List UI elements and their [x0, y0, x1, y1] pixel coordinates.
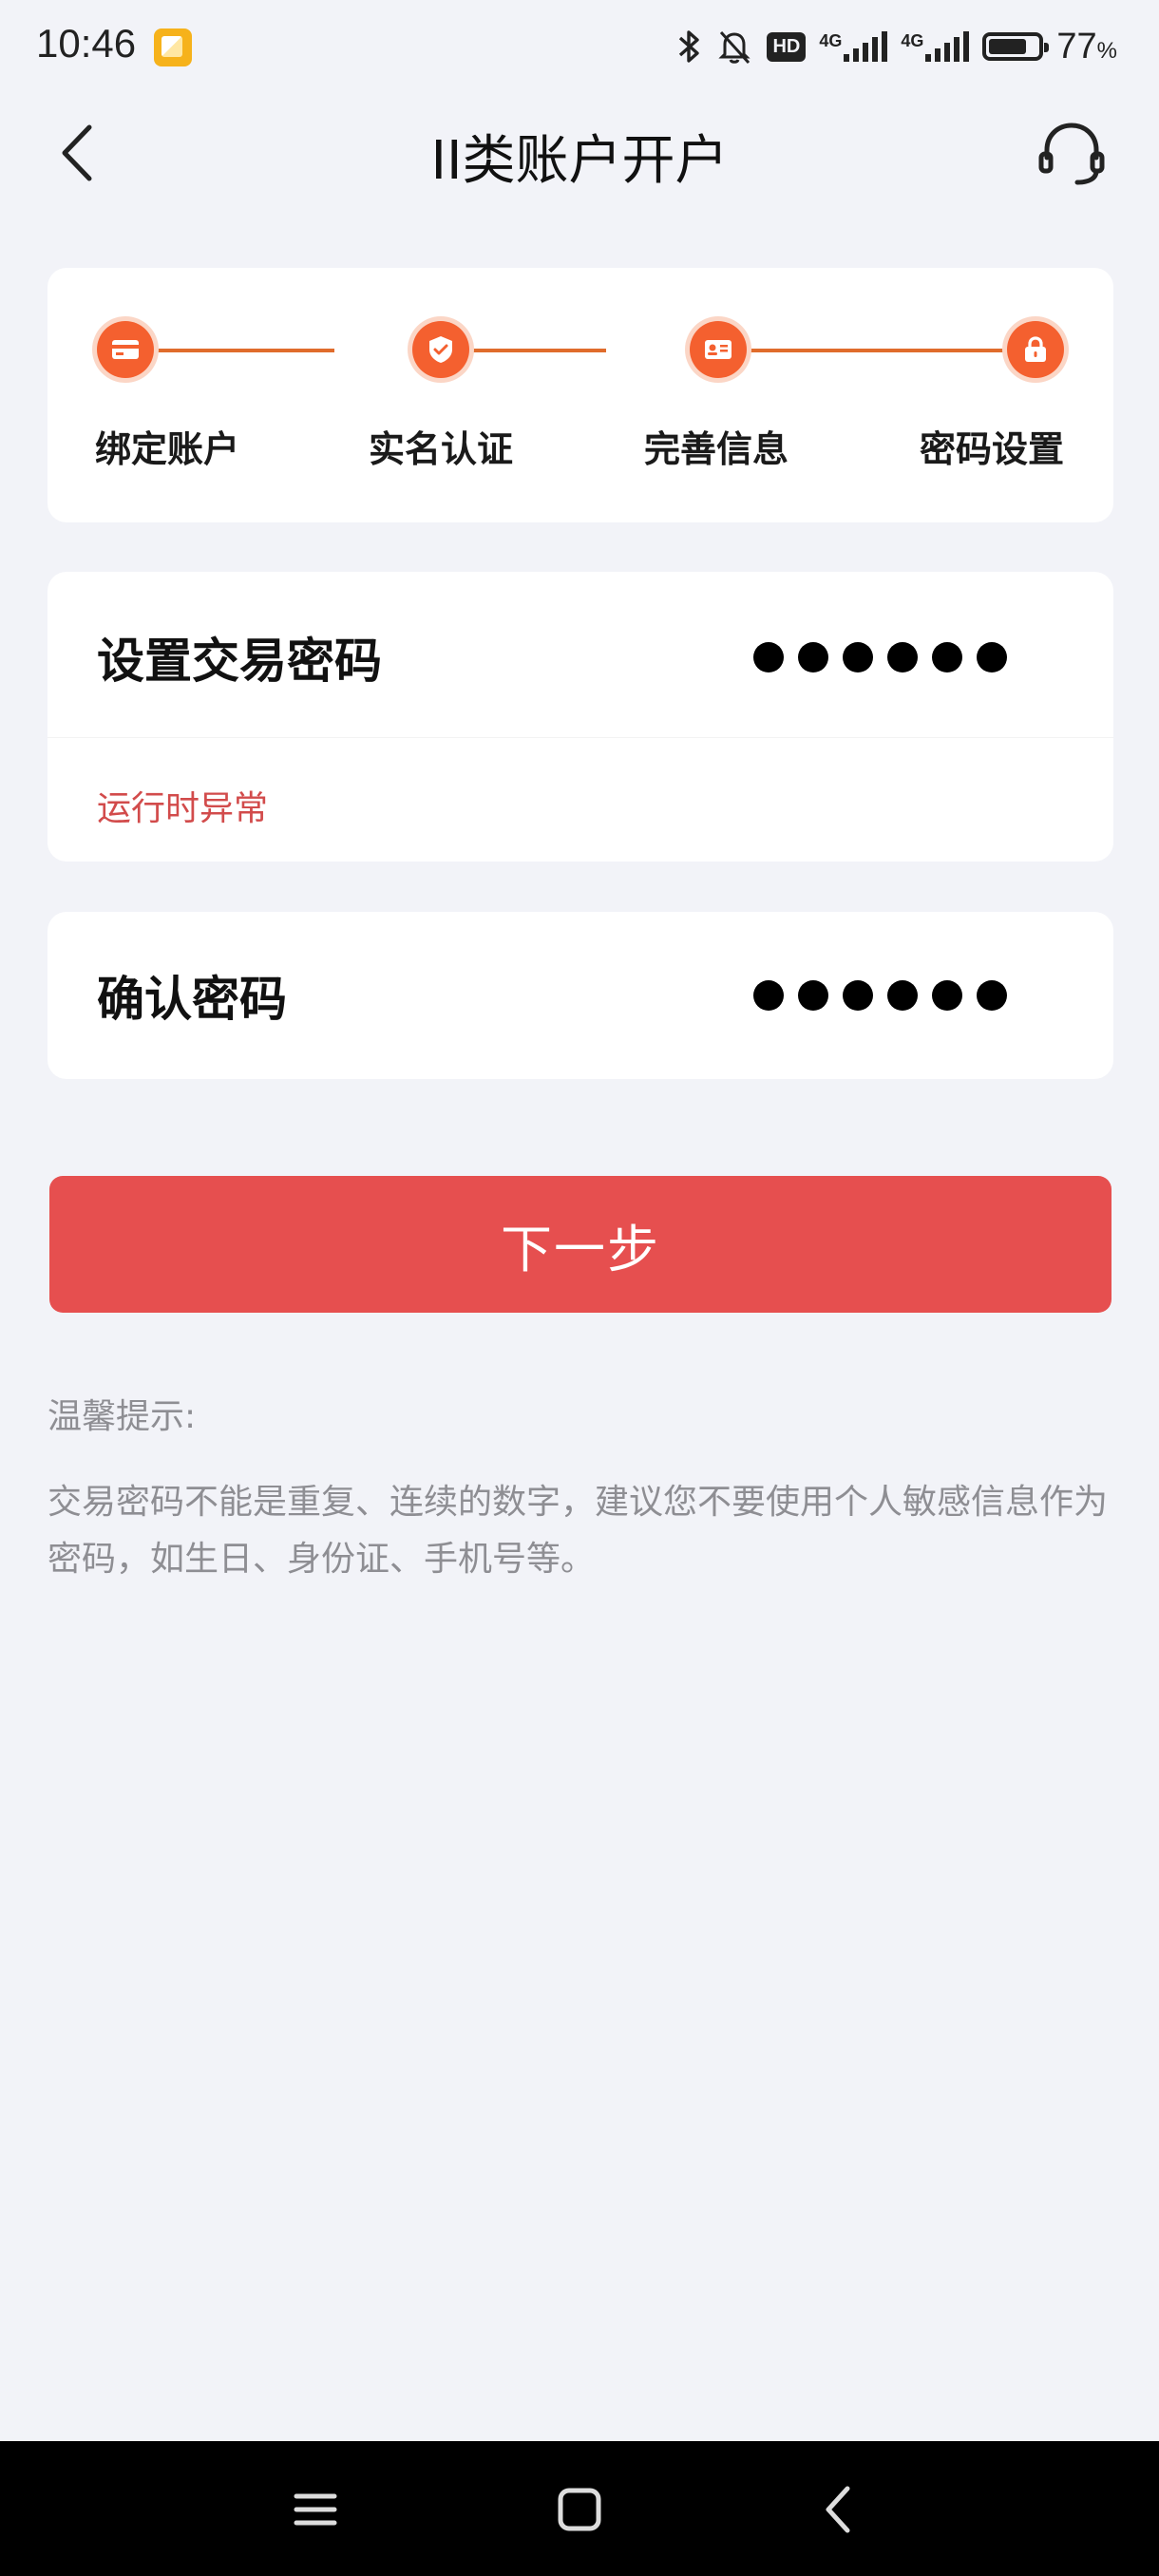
confirm-password-input[interactable]: [753, 980, 1007, 1011]
status-time: 10:46: [36, 21, 137, 66]
step-label-complete-info: 完善信息: [644, 428, 789, 470]
step-verify-shield-icon: [412, 321, 469, 378]
signal-bars-2-icon: [925, 31, 970, 62]
customer-service-headset-icon[interactable]: [1036, 120, 1108, 188]
password-error-message: 运行时异常: [97, 789, 269, 828]
password-dot: [932, 980, 962, 1011]
signal-bars-1-icon: [844, 31, 888, 62]
password-dot: [887, 980, 918, 1011]
menu-icon[interactable]: [281, 2475, 350, 2544]
signal-1: 4G: [819, 31, 888, 62]
battery-level: [989, 39, 1026, 54]
signal-2: 4G: [901, 31, 970, 62]
step-bind-account-icon: [97, 321, 154, 378]
password-dot: [977, 980, 1007, 1011]
step-label-real-name: 实名认证: [369, 428, 514, 470]
status-indicators: HD 4G 4G 77%: [677, 23, 1117, 70]
progress-steps-card: 绑定账户 实名认证 完善信息 密码设置: [48, 268, 1113, 522]
next-step-button[interactable]: 下一步: [49, 1176, 1112, 1313]
home-icon[interactable]: [545, 2475, 614, 2544]
set-password-card: 设置交易密码 运行时异常: [48, 572, 1113, 862]
set-password-input[interactable]: [753, 642, 1007, 672]
bluetooth-icon: [679, 30, 700, 63]
password-dot: [887, 642, 918, 672]
network-type-2: 4G: [901, 31, 924, 50]
step-label-bind-account: 绑定账户: [95, 428, 240, 470]
battery-percent: 77%: [1056, 26, 1117, 66]
back-icon[interactable]: [806, 2475, 874, 2544]
divider: [48, 737, 1113, 738]
password-dot: [977, 642, 1007, 672]
tips-body: 交易密码不能是重复、连续的数字，建议您不要使用个人敏感信息作为密码，如生日、身份…: [48, 1483, 1109, 1579]
confirm-password-card: 确认密码: [48, 912, 1113, 1079]
battery-icon: [982, 32, 1050, 61]
password-dot: [843, 642, 873, 672]
system-navigation-bar: [0, 2441, 1159, 2576]
page-title: II类账户开户: [430, 130, 729, 192]
password-dot: [843, 980, 873, 1011]
confirm-password-label: 确认密码: [97, 972, 287, 1027]
password-dot: [798, 980, 828, 1011]
step-password-lock-icon: [1007, 321, 1064, 378]
hd-voice-badge: HD: [767, 31, 807, 62]
step-info-card-icon: [690, 321, 747, 378]
network-type-1: 4G: [819, 31, 843, 50]
password-dot: [753, 642, 784, 672]
password-dot: [932, 642, 962, 672]
password-dot: [798, 642, 828, 672]
notes-app-icon: [154, 28, 192, 66]
step-label-password-setup: 密码设置: [920, 428, 1065, 470]
set-password-label: 设置交易密码: [97, 634, 382, 689]
mute-bell-icon: [718, 30, 751, 65]
password-dot: [753, 980, 784, 1011]
step-connector-1: [154, 349, 334, 352]
status-bar: 10:46 HD 4G 4G 77%: [0, 0, 1159, 95]
tips-title: 温馨提示:: [48, 1397, 197, 1436]
